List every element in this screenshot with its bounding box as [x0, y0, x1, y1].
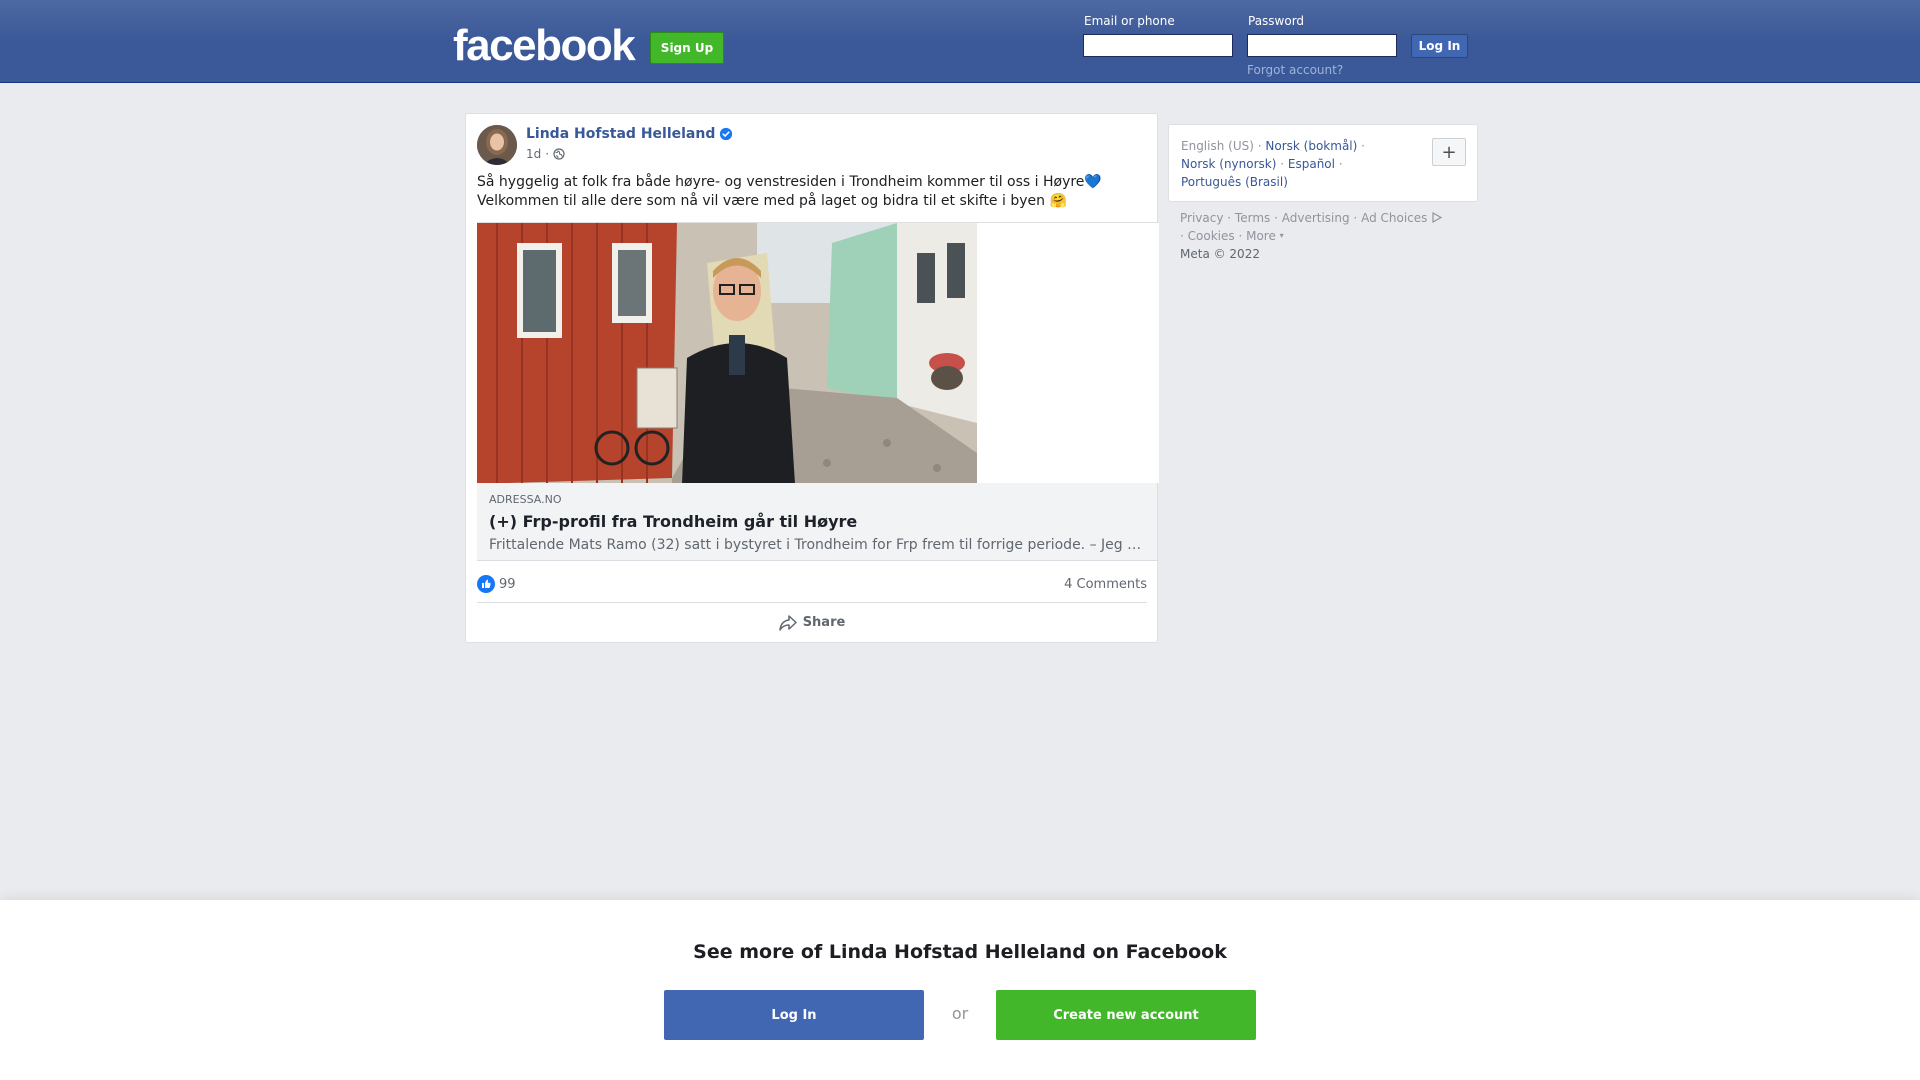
author-name[interactable]: Linda Hofstad Helleland [526, 126, 715, 142]
banner-log-in-button[interactable]: Log In [664, 990, 924, 1040]
author-avatar[interactable] [477, 125, 517, 165]
email-label: Email or phone [1084, 14, 1175, 28]
more-languages-button[interactable]: + [1432, 138, 1466, 166]
link-preview-details[interactable]: ADRESSA.NO (+) Frp-profil fra Trondheim … [477, 483, 1157, 561]
footer-link-privacy[interactable]: Privacy [1180, 211, 1223, 225]
footer-link-ad-choices[interactable]: Ad Choices [1361, 211, 1427, 225]
email-field[interactable] [1083, 34, 1233, 57]
create-account-button[interactable]: Create new account [996, 990, 1256, 1040]
post-meta: 1d · [526, 147, 565, 161]
post-text: Så hyggelig at folk fra både høyre- og v… [477, 173, 1147, 211]
footer-link-cookies[interactable]: Cookies [1188, 229, 1235, 243]
language-link[interactable]: Español [1288, 157, 1335, 171]
log-in-button[interactable]: Log In [1411, 34, 1468, 58]
facebook-logo[interactable]: facebook [453, 20, 636, 72]
post-timestamp[interactable]: 1d [526, 147, 541, 161]
post-actions: Share [477, 602, 1147, 642]
link-domain: ADRESSA.NO [489, 493, 562, 506]
reaction-summary[interactable]: 99 [477, 575, 516, 593]
post-author[interactable]: Linda Hofstad Helleland [526, 126, 733, 142]
globe-icon [553, 148, 565, 160]
like-count: 99 [499, 576, 516, 592]
caret-down-icon: ▾ [1279, 231, 1284, 240]
copyright: Meta © 2022 [1180, 247, 1260, 261]
ad-choices-icon [1432, 211, 1443, 224]
post-text-line: Så hyggelig at folk fra både høyre- og v… [477, 174, 1102, 190]
footer-link-advertising[interactable]: Advertising [1282, 211, 1350, 225]
link-title[interactable]: (+) Frp-profil fra Trondheim går til Høy… [489, 510, 1145, 534]
footer-link-terms[interactable]: Terms [1235, 211, 1270, 225]
like-reaction-icon [477, 575, 495, 593]
comment-count[interactable]: 4 Comments [1064, 577, 1147, 592]
post-stats: 99 4 Comments [477, 571, 1147, 597]
street-photo [477, 223, 977, 484]
language-link[interactable]: Norsk (nynorsk) [1181, 157, 1276, 171]
footer-link-more[interactable]: More [1246, 229, 1276, 243]
forgot-account-link[interactable]: Forgot account? [1247, 63, 1343, 77]
meta-separator: · [545, 147, 550, 161]
verified-badge-icon [720, 127, 733, 141]
post-card: Linda Hofstad Helleland 1d · Så hyggelig… [465, 113, 1159, 643]
share-button[interactable]: Share [778, 614, 846, 631]
sign-up-button[interactable]: Sign Up [650, 32, 724, 64]
language-link[interactable]: Português (Brasil) [1181, 175, 1288, 189]
login-prompt-banner: See more of Linda Hofstad Helleland on F… [0, 900, 1920, 1080]
share-icon [778, 614, 797, 631]
password-field[interactable] [1247, 34, 1397, 57]
link-preview-image[interactable] [477, 222, 1159, 484]
banner-title: See more of Linda Hofstad Helleland on F… [693, 941, 1227, 963]
link-description: Frittalende Mats Ramo (32) satt i bystyr… [489, 537, 1145, 553]
language-link[interactable]: Norsk (bokmål) [1265, 139, 1357, 153]
footer-links: Privacy · Terms · Advertising · Ad Choic… [1180, 209, 1480, 263]
password-label: Password [1248, 14, 1305, 28]
top-navigation-bar: facebook Sign Up Email or phone Password… [0, 0, 1920, 83]
share-label: Share [802, 615, 846, 630]
banner-or-text: or [951, 1004, 969, 1023]
post-text-line: Velkommen til alle dere som nå vil være … [477, 193, 1067, 209]
language-selector: English (US) · Norsk (bokmål) · Norsk (n… [1168, 124, 1478, 202]
current-language: English (US) [1181, 139, 1254, 153]
